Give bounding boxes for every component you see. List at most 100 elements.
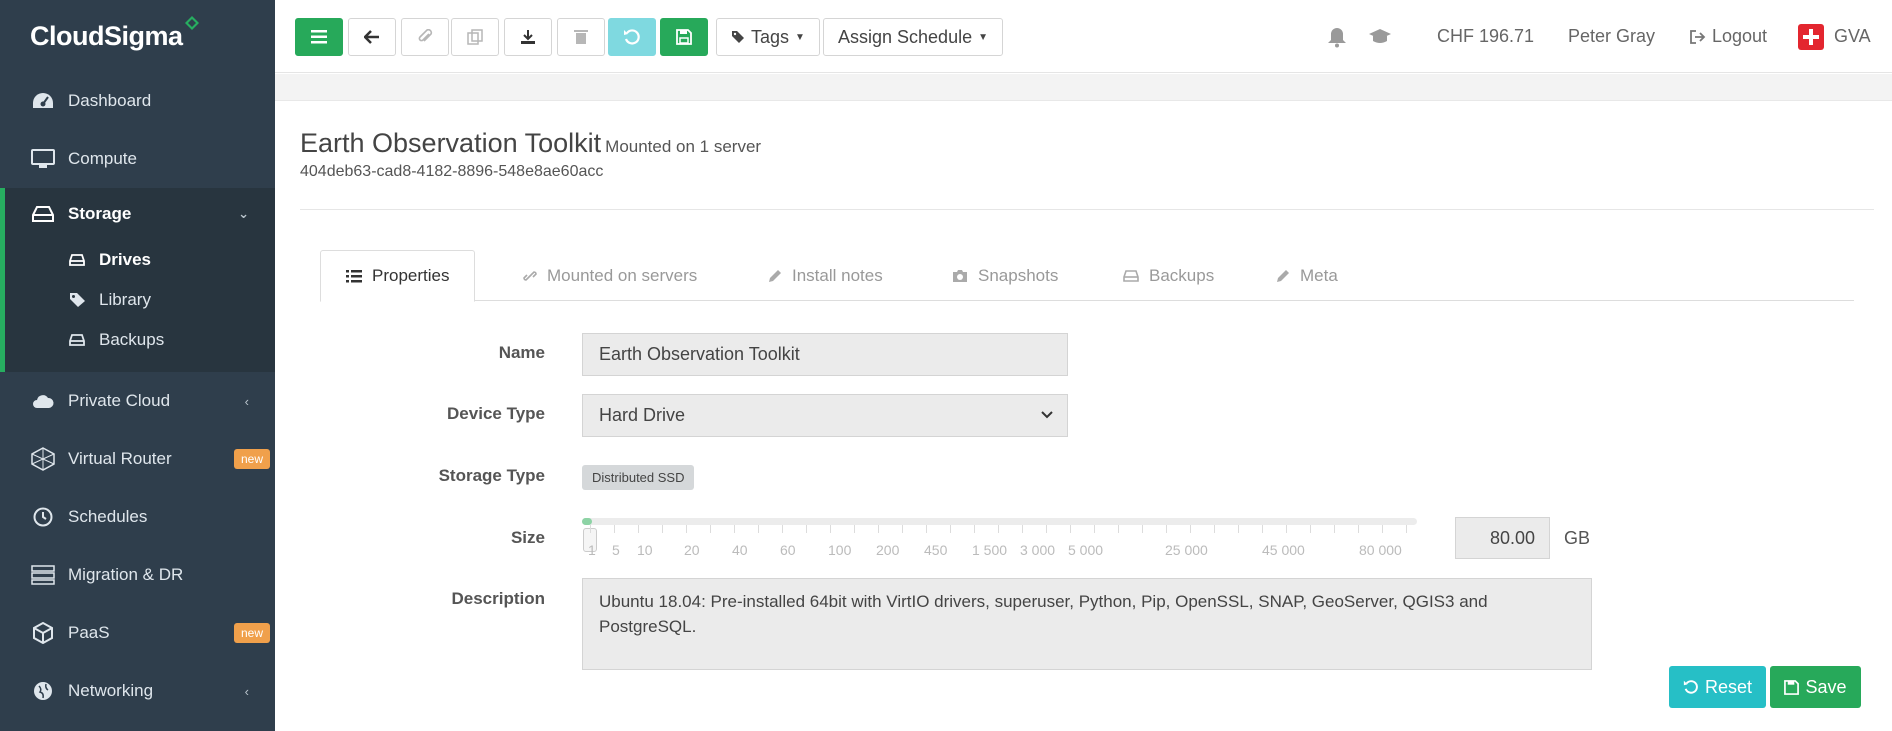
page-title: Earth Observation Toolkit Mounted on 1 se… (300, 128, 761, 159)
menu-toggle-button[interactable] (295, 18, 343, 56)
hamburger-icon (311, 30, 327, 44)
reset-button[interactable]: Reset (1669, 666, 1766, 708)
logo[interactable]: CloudSigma (0, 0, 275, 72)
sidebar-subitem-library[interactable]: Library (5, 280, 275, 320)
notifications-button[interactable] (1327, 0, 1347, 73)
chevron-left-icon: ‹ (244, 393, 249, 409)
globe-icon (30, 680, 56, 702)
size-tick (614, 525, 615, 533)
size-tick-label: 1 (588, 542, 596, 558)
size-tick (782, 525, 783, 533)
sidebar-item-label: Networking (68, 681, 154, 700)
description-label: Description (451, 589, 545, 608)
size-tick (854, 525, 855, 533)
size-slider-track[interactable] (582, 518, 1417, 525)
size-tick (1190, 525, 1191, 533)
device-type-value: Hard Drive (599, 405, 686, 425)
new-badge: new (233, 623, 270, 643)
sidebar-item-label: Storage (68, 204, 132, 223)
size-tick (806, 525, 807, 533)
tab-label: Mounted on servers (547, 265, 698, 285)
tab-label: Properties (372, 266, 450, 285)
user-name[interactable]: Peter Gray (1568, 0, 1655, 73)
sidebar-subitem-backups[interactable]: Backups (5, 320, 275, 360)
size-tick (590, 525, 591, 533)
tab-properties[interactable]: Properties (320, 250, 476, 302)
sidebar-subitem-label: Library (99, 290, 151, 309)
size-tick (1214, 525, 1215, 533)
sidebar-item-migration[interactable]: Migration & DR (0, 546, 275, 604)
sidebar-item-virtual-router[interactable]: Virtual Router new (0, 430, 275, 488)
floppy-icon (676, 29, 692, 45)
back-button[interactable] (348, 18, 396, 56)
size-tick-label: 20 (684, 542, 700, 558)
tab-label: Install notes (792, 265, 883, 285)
hdd-icon (1123, 269, 1139, 282)
clone-button[interactable] (451, 18, 499, 56)
hdd-icon (30, 203, 56, 225)
caret-down-icon: ▼ (978, 31, 988, 43)
tab-snapshots[interactable]: Snapshots (952, 250, 1058, 301)
link-icon (523, 270, 537, 281)
trash-icon (574, 30, 588, 44)
sidebar-item-networking[interactable]: Networking ‹ (0, 662, 275, 720)
tab-backups[interactable]: Backups (1123, 250, 1214, 301)
undo-button[interactable] (608, 18, 656, 56)
size-tick (1142, 525, 1143, 533)
sidebar-subitem-label: Backups (99, 330, 165, 349)
save-button[interactable]: Save (1770, 666, 1861, 708)
size-tick-label: 25 000 (1165, 542, 1208, 558)
size-unit: GB (1564, 528, 1591, 548)
academy-button[interactable] (1368, 0, 1392, 73)
tags-dropdown[interactable]: Tags ▼ (716, 18, 820, 56)
tab-label: Snapshots (978, 265, 1059, 285)
download-icon (521, 30, 535, 44)
size-tick (974, 525, 975, 533)
sidebar-subitem-drives[interactable]: Drives (5, 240, 275, 280)
size-tick (950, 525, 951, 533)
sidebar-item-label: Schedules (68, 507, 148, 526)
size-tick (1262, 525, 1263, 533)
sign-out-icon (1690, 29, 1706, 44)
size-tick (1334, 525, 1335, 533)
sidebar-item-private-cloud[interactable]: Private Cloud ‹ (0, 372, 275, 430)
size-tick (830, 525, 831, 533)
size-tick (710, 525, 711, 533)
tab-meta[interactable]: Meta (1276, 250, 1338, 301)
size-tick-label: 45 000 (1262, 542, 1305, 558)
sidebar-item-dashboard[interactable]: Dashboard (0, 72, 275, 130)
size-tick (1118, 525, 1119, 533)
size-tick-label: 3 000 (1020, 542, 1056, 558)
attach-button[interactable] (401, 18, 449, 56)
location-selector[interactable]: GVA (1798, 0, 1871, 73)
divider (300, 209, 1874, 210)
sidebar-item-label: Private Cloud (68, 391, 171, 410)
graduation-cap-icon (1369, 28, 1391, 43)
arrow-left-icon (364, 30, 379, 44)
assign-schedule-dropdown[interactable]: Assign Schedule ▼ (823, 18, 1003, 56)
balance[interactable]: CHF 196.71 (1437, 0, 1534, 73)
sidebar-item-storage[interactable]: Storage ⌄ (5, 188, 275, 240)
logout-link[interactable]: Logout (1690, 0, 1767, 73)
caret-down-icon: ▼ (795, 31, 805, 43)
size-tick (734, 525, 735, 533)
download-button[interactable] (504, 18, 552, 56)
save-toolbar-button[interactable] (660, 18, 708, 56)
hdd-icon (69, 253, 87, 267)
delete-button[interactable] (557, 18, 605, 56)
sidebar-item-paas[interactable]: PaaS new (0, 604, 275, 662)
tab-install-notes[interactable]: Install notes (768, 250, 883, 301)
tab-mounted-on-servers[interactable]: Mounted on servers (523, 250, 697, 301)
sidebar-item-compute[interactable]: Compute (0, 130, 275, 188)
device-type-select[interactable]: Hard Drive (582, 394, 1068, 437)
tags-icon (69, 292, 87, 308)
size-tick-label: 80 000 (1359, 542, 1402, 558)
chevron-down-icon: ⌄ (238, 206, 249, 221)
sidebar-item-schedules[interactable]: Schedules (0, 488, 275, 546)
description-textarea[interactable]: Ubuntu 18.04: Pre-installed 64bit with V… (582, 578, 1592, 670)
brand-name: CloudSigma (30, 20, 183, 51)
hdd-icon (69, 333, 87, 347)
size-input[interactable]: 80.00 (1455, 517, 1550, 559)
size-tick-label: 200 (876, 542, 900, 558)
name-field[interactable]: Earth Observation Toolkit (582, 333, 1068, 376)
